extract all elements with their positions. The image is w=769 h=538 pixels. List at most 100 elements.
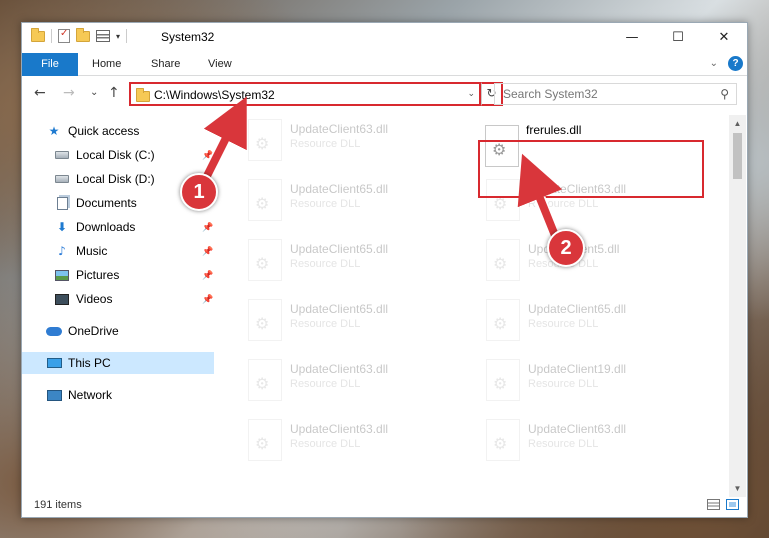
tab-file[interactable]: File (22, 53, 78, 76)
dll-file-icon (486, 419, 520, 461)
sidebar-item-label: This PC (68, 356, 111, 370)
ribbon-right-controls: ⌄ ? (710, 56, 743, 71)
view-options-icon[interactable] (96, 30, 110, 42)
documents-icon (54, 196, 70, 210)
forward-button[interactable]: → (63, 85, 75, 101)
file-item[interactable]: UpdateClient63.dll Resource DLL (218, 415, 438, 467)
search-box[interactable]: Search System32 ⚲ (494, 83, 737, 105)
step-badge-1: 1 (180, 173, 218, 211)
file-type: Resource DLL (290, 318, 361, 330)
address-bar[interactable]: C:\Windows\System32 ⌄ (129, 82, 481, 106)
help-icon[interactable]: ? (728, 56, 743, 71)
tab-view[interactable]: View (208, 53, 232, 76)
item-count: 191 items (34, 499, 82, 511)
up-button[interactable]: ↑ (108, 85, 120, 101)
close-button[interactable]: ✕ (701, 23, 747, 52)
file-type: Resource DLL (290, 378, 361, 390)
dll-file-icon (248, 239, 282, 281)
dll-file-icon (248, 359, 282, 401)
file-item[interactable]: UpdateClient19.dll Resource DLL (456, 355, 676, 407)
file-item[interactable]: UpdateClient65.dll Resource DLL (456, 295, 676, 347)
sidebar-item-downloads[interactable]: ⬇ Downloads (54, 216, 216, 238)
scroll-thumb[interactable] (733, 133, 742, 179)
pin-icon: 📌 (202, 295, 214, 305)
sidebar-item-label: Network (68, 388, 113, 402)
sidebar-item-label: Local Disk (C:) (76, 148, 155, 162)
title-bar: ▾ System32 — ☐ ✕ (22, 23, 747, 53)
file-name: UpdateClient63.dll (528, 422, 627, 436)
expand-ribbon-icon[interactable]: ⌄ (710, 58, 718, 69)
sidebar-item-this-pc[interactable]: This PC (22, 352, 214, 374)
sidebar-item-label: Pictures (76, 268, 120, 282)
properties-icon[interactable] (58, 28, 70, 43)
file-name: UpdateClient63.dll (290, 122, 389, 136)
tab-share[interactable]: Share (151, 53, 180, 76)
sidebar-item-videos[interactable]: Videos (54, 288, 216, 310)
file-item[interactable]: UpdateClient65.dll Resource DLL (218, 295, 438, 347)
file-name: frerules.dll (526, 123, 582, 137)
file-item[interactable]: UpdateClient65.dll Resource DLL (218, 175, 438, 227)
customize-toolbar-icon[interactable]: ▾ (116, 32, 120, 41)
target-file-highlight (478, 140, 704, 198)
file-item[interactable]: UpdateClient63.dll Resource DLL (456, 415, 676, 467)
sidebar-item-music[interactable]: ♪ Music (54, 240, 216, 262)
dll-file-icon (248, 419, 282, 461)
file-explorer-window: ▾ System32 — ☐ ✕ File Home Share View ⌄ … (21, 22, 748, 518)
sidebar-item-local-disk-c[interactable]: Local Disk (C:) (54, 144, 216, 166)
sidebar-item-label: Music (76, 244, 108, 258)
navigation-pane: ★ Quick access Local Disk (C:) 📌 Local D… (22, 115, 216, 489)
file-name: UpdateClient63.dll (290, 362, 389, 376)
sidebar-item-pictures[interactable]: Pictures (54, 264, 216, 286)
file-name: UpdateClient63.dll (290, 422, 389, 436)
scroll-up-icon[interactable]: ▲ (729, 115, 746, 132)
file-type: Resource DLL (528, 318, 599, 330)
file-item[interactable]: UpdateClient65.dll Resource DLL (218, 235, 438, 287)
file-type: Resource DLL (290, 138, 361, 150)
drive-icon (54, 148, 70, 162)
sidebar-item-network[interactable]: Network (46, 384, 216, 406)
vertical-scrollbar[interactable]: ▲ ▼ (729, 115, 746, 497)
recent-locations-button[interactable]: ⌄ (90, 87, 98, 98)
new-folder-icon[interactable] (76, 27, 90, 42)
navigation-bar: ← → ⌄ ↑ C:\Windows\System32 ⌄ ↻ Search S… (22, 77, 747, 111)
dll-file-icon (248, 179, 282, 221)
file-type: Resource DLL (290, 198, 361, 210)
tab-home[interactable]: Home (92, 53, 121, 76)
file-type: Resource DLL (528, 378, 599, 390)
view-mode-switcher (707, 499, 739, 510)
file-type: Resource DLL (290, 258, 361, 270)
back-button[interactable]: ← (34, 85, 46, 101)
network-icon (46, 388, 62, 402)
file-item[interactable]: UpdateClient63.dll Resource DLL (218, 355, 438, 407)
sidebar-item-label: Downloads (76, 220, 136, 234)
file-type: Resource DLL (290, 438, 361, 450)
dll-file-icon (486, 299, 520, 341)
pictures-icon (54, 268, 70, 282)
cloud-icon (46, 324, 62, 338)
sidebar-item-quick-access[interactable]: ★ Quick access (46, 120, 216, 142)
details-view-icon[interactable] (707, 499, 720, 510)
sidebar-item-label: OneDrive (68, 324, 119, 338)
file-name: UpdateClient65.dll (528, 302, 627, 316)
address-path[interactable]: C:\Windows\System32 (154, 88, 275, 102)
search-icon[interactable]: ⚲ (720, 87, 729, 101)
address-dropdown-icon[interactable]: ⌄ (467, 88, 475, 99)
folder-icon (31, 27, 45, 42)
scroll-down-icon[interactable]: ▼ (729, 480, 746, 497)
file-type: Resource DLL (528, 198, 599, 210)
file-name: UpdateClient65.dll (290, 182, 389, 196)
videos-icon (54, 292, 70, 306)
sidebar-item-onedrive[interactable]: OneDrive (46, 320, 216, 342)
maximize-button[interactable]: ☐ (655, 23, 701, 52)
folder-icon (136, 88, 150, 102)
file-name: UpdateClient65.dll (290, 242, 389, 256)
search-input[interactable]: Search System32 (503, 87, 598, 101)
large-icons-view-icon[interactable] (726, 499, 739, 510)
download-icon: ⬇ (56, 220, 68, 234)
sidebar-item-label: Quick access (68, 124, 140, 138)
star-icon: ★ (48, 124, 60, 138)
minimize-button[interactable]: — (609, 23, 655, 52)
pin-icon: 📌 (202, 247, 214, 257)
file-item[interactable]: UpdateClient63.dll Resource DLL (218, 115, 438, 167)
drive-icon (54, 172, 70, 186)
